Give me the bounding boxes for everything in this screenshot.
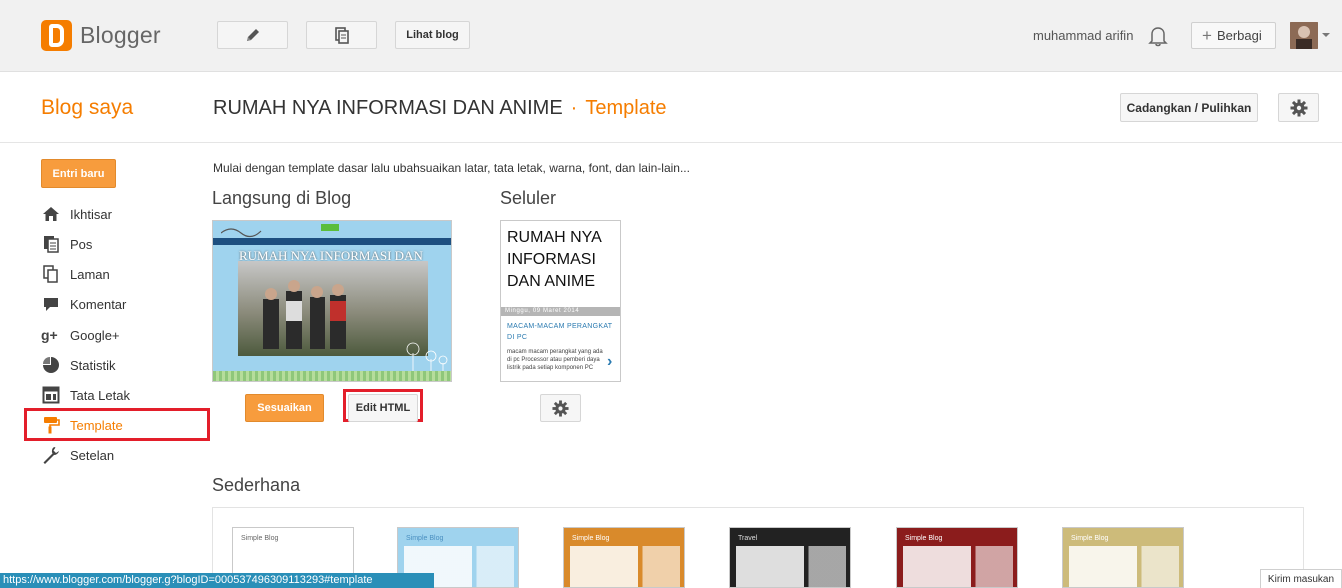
blogger-logo-icon: [41, 20, 72, 51]
thumbnail-label: Simple Blog: [241, 535, 279, 542]
thumbnail-label: Simple Blog: [905, 535, 943, 542]
mobile-preview-post-text: macam macam perangkat yang ada di pc Pro…: [507, 349, 603, 371]
sidebar-item-settings[interactable]: Setelan: [41, 444, 114, 466]
backup-restore-button[interactable]: Cadangkan / Pulihkan: [1120, 93, 1258, 122]
pencil-icon: [246, 29, 259, 41]
header-row: Blog saya RUMAH NYA INFORMASI DAN ANIME ·…: [0, 72, 1342, 143]
thumbnail-label: Simple Blog: [1071, 535, 1109, 542]
pages-icon: [43, 265, 58, 283]
sidebar-item-layout[interactable]: Tata Letak: [41, 384, 130, 406]
share-button[interactable]: + Berbagi: [1191, 22, 1276, 49]
posts-list-button[interactable]: [306, 21, 377, 49]
sidebar-item-label: Tata Letak: [70, 387, 130, 403]
mobile-settings-button[interactable]: [540, 394, 581, 422]
template-thumbnail[interactable]: Simple Blog: [896, 527, 1018, 588]
posts-icon: [44, 236, 59, 253]
edit-html-button[interactable]: Edit HTML: [348, 394, 418, 422]
sidebar-item-comments[interactable]: Komentar: [41, 293, 126, 315]
wrench-icon: [43, 447, 59, 464]
google-plus-icon: g+: [41, 327, 58, 343]
new-post-button[interactable]: Entri baru: [41, 159, 116, 188]
thumbnail-label: Simple Blog: [406, 535, 444, 542]
chevron-right-icon: ›: [607, 353, 613, 370]
chevron-down-icon[interactable]: [1322, 33, 1330, 37]
mobile-preview-post-title: MACAM-MACAM PERANGKAT DI PC: [507, 323, 613, 341]
top-bar: Blogger Lihat blog muhammad arifin + Ber…: [0, 0, 1342, 72]
share-label: Berbagi: [1216, 28, 1262, 43]
logo-text: Blogger: [80, 22, 161, 48]
title-separator: ·: [570, 97, 578, 119]
paint-roller-icon: [44, 417, 60, 434]
plus-icon: +: [1202, 26, 1212, 45]
user-name[interactable]: muhammad arifin: [1033, 28, 1133, 43]
posts-icon: [334, 27, 349, 44]
svg-text:g+: g+: [41, 327, 58, 343]
gear-icon: [1290, 99, 1307, 116]
notification-bell-icon[interactable]: [1148, 24, 1168, 48]
sidebar-item-label: Pos: [70, 236, 93, 252]
sidebar-item-stats[interactable]: Statistik: [41, 354, 116, 376]
live-template-preview[interactable]: RUMAH NYA INFORMASI DAN ANIME: [212, 220, 452, 382]
browser-status-url: https://www.blogger.com/blogger.g?blogID…: [0, 573, 434, 588]
my-blogs-link[interactable]: Blog saya: [41, 96, 133, 120]
thumbnail-label: Travel: [738, 535, 758, 542]
sidebar-item-template[interactable]: Template: [41, 414, 123, 436]
avatar[interactable]: [1290, 22, 1318, 49]
template-thumbnail[interactable]: Simple Blog: [1062, 527, 1184, 588]
sidebar-item-label: Template: [70, 417, 123, 433]
current-page-name: Template: [585, 97, 667, 119]
blog-name: RUMAH NYA INFORMASI DAN ANIME: [213, 97, 563, 119]
mobile-template-preview[interactable]: RUMAH NYA INFORMASI DAN ANIME Minggu, 09…: [500, 220, 621, 382]
mobile-preview-date: Minggu, 09 Maret 2014: [501, 307, 620, 316]
blogger-logo[interactable]: Blogger: [41, 20, 161, 51]
stats-icon: [43, 357, 59, 373]
comment-icon: [44, 298, 58, 311]
live-on-blog-heading: Langsung di Blog: [212, 188, 352, 208]
customize-button[interactable]: Sesuaikan: [245, 394, 324, 422]
intro-text: Mulai dengan template dasar lalu ubahsua…: [213, 161, 690, 175]
mobile-heading: Seluler: [500, 188, 557, 208]
settings-button[interactable]: [1278, 93, 1319, 122]
new-post-pencil-button[interactable]: [217, 21, 288, 49]
sidebar-item-label: Laman: [70, 266, 110, 282]
layout-icon: [42, 386, 60, 404]
preview-header-photo: [238, 261, 428, 356]
home-icon: [43, 207, 59, 221]
preview-navbar: [213, 238, 451, 245]
gear-icon: [552, 399, 569, 417]
sidebar-item-posts[interactable]: Pos: [41, 233, 92, 255]
sidebar-item-label: Komentar: [70, 296, 127, 312]
simple-heading: Sederhana: [212, 475, 301, 495]
decor-vine-icon: [221, 224, 339, 238]
sidebar-item-label: Google+: [70, 327, 120, 343]
sidebar-item-label: Ikhtisar: [70, 206, 112, 222]
sidebar-item-overview[interactable]: Ikhtisar: [41, 203, 112, 225]
template-thumbnail[interactable]: Travel: [729, 527, 851, 588]
send-feedback-button[interactable]: Kirim masukan: [1260, 569, 1342, 588]
page-title: RUMAH NYA INFORMASI DAN ANIME · Template: [213, 97, 667, 120]
dandelion-decor-icon: [406, 342, 448, 375]
sidebar-item-label: Setelan: [70, 447, 115, 463]
thumbnail-label: Simple Blog: [572, 535, 610, 542]
sidebar-item-google-plus[interactable]: g+ Google+: [41, 324, 120, 346]
template-thumbnail[interactable]: Simple Blog: [563, 527, 685, 588]
sidebar-item-pages[interactable]: Laman: [41, 263, 110, 285]
mobile-preview-title: RUMAH NYA INFORMASI DAN ANIME: [507, 229, 601, 290]
preview-grass: [213, 371, 451, 381]
sidebar-item-label: Statistik: [70, 357, 116, 373]
view-blog-button[interactable]: Lihat blog: [395, 21, 470, 49]
